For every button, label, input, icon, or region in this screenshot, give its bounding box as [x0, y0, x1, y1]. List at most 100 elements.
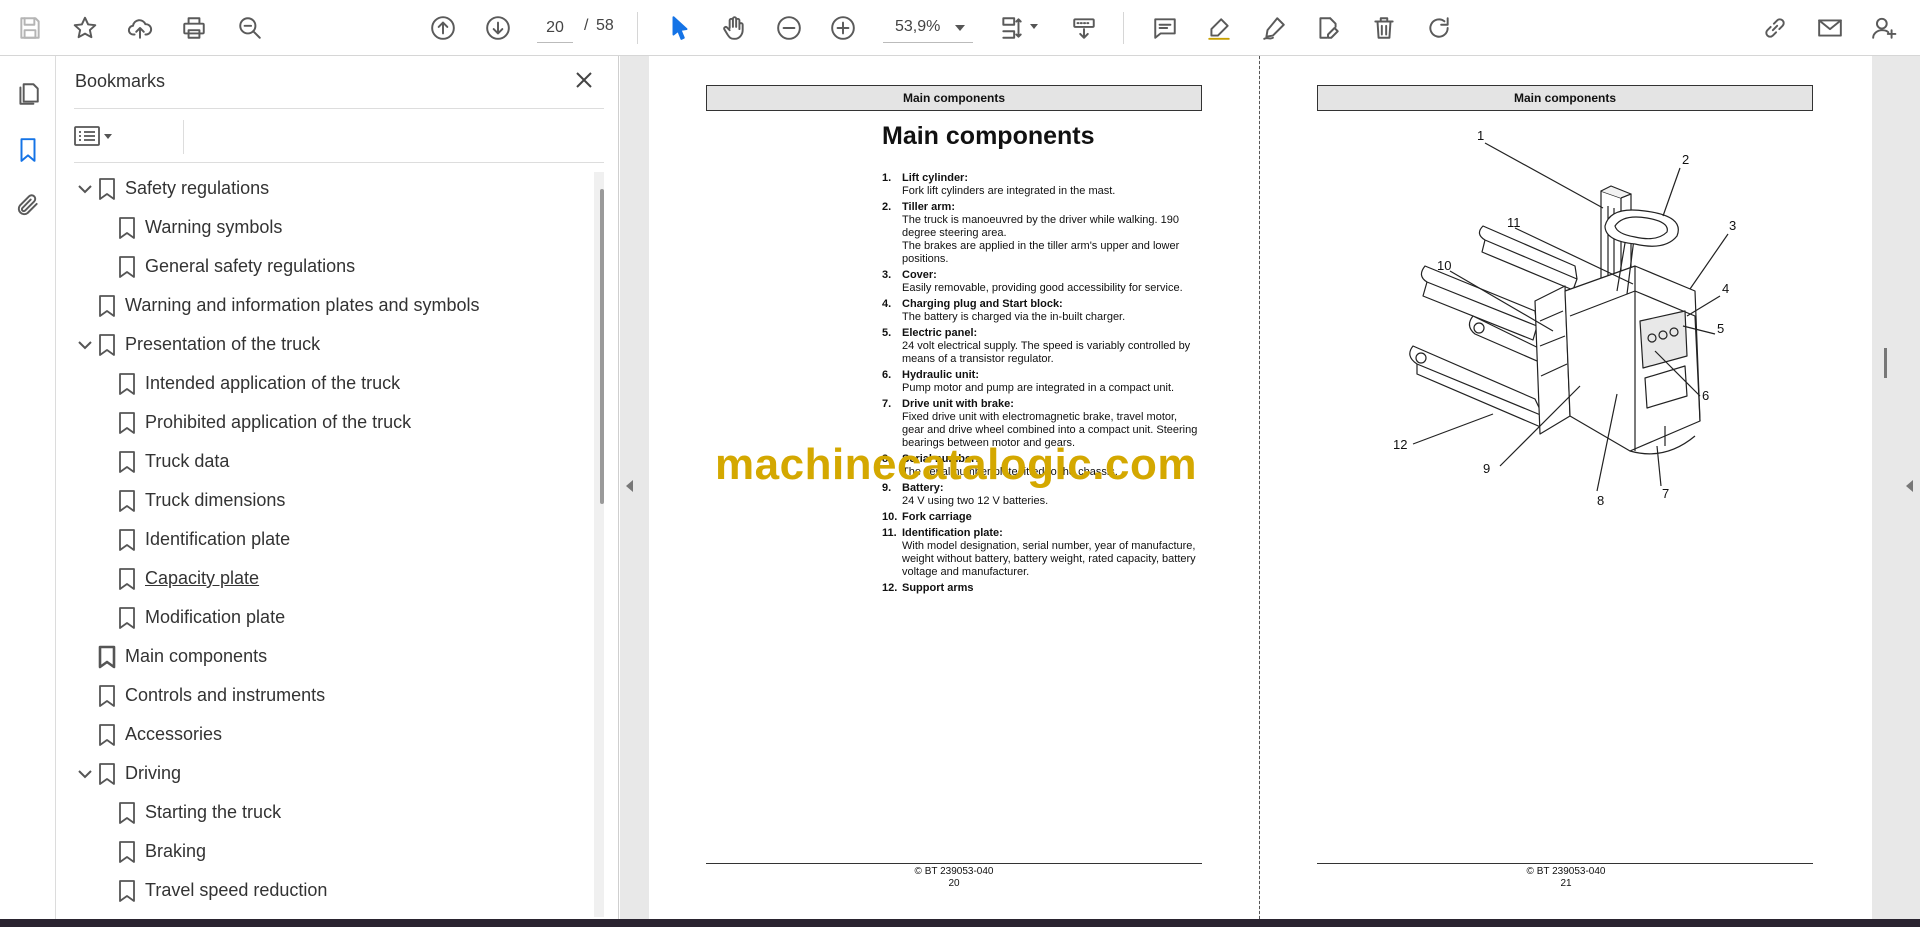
callout-number: 6 — [1702, 388, 1709, 403]
component-number: 5. — [882, 327, 892, 339]
bookmark-label: Prohibited application of the truck — [145, 412, 412, 432]
bookmark-item[interactable]: Braking — [56, 833, 586, 872]
bookmark-icon — [118, 411, 136, 435]
navigation-rail — [0, 56, 56, 919]
component-number: 6. — [882, 369, 892, 381]
footer-page-number: 21 — [1560, 878, 1572, 889]
zoom-search-icon[interactable] — [232, 10, 268, 46]
upload-cloud-icon[interactable] — [122, 10, 158, 46]
rotate-icon[interactable] — [1421, 10, 1457, 46]
bookmark-icon — [118, 801, 136, 825]
print-icon[interactable] — [176, 10, 212, 46]
callout-number: 3 — [1729, 218, 1736, 233]
save-icon[interactable] — [12, 10, 48, 46]
bookmark-item[interactable]: Driving — [56, 755, 586, 794]
bookmark-label: Identification plate — [145, 529, 291, 549]
zoom-in-icon[interactable] — [825, 10, 861, 46]
bookmark-item[interactable]: Controls and instruments — [56, 677, 586, 716]
bookmark-item[interactable]: Modification plate — [56, 599, 586, 638]
bookmark-item[interactable]: Presentation of the truck — [56, 326, 586, 365]
bookmark-item[interactable]: Truck data — [56, 443, 586, 482]
hand-tool-icon[interactable] — [716, 10, 752, 46]
component-number: 2. — [882, 201, 892, 213]
bookmark-label: Safety regulations — [125, 178, 270, 198]
previous-page-icon[interactable] — [425, 10, 461, 46]
component-name: Tiller arm: — [902, 201, 955, 213]
page-separator: / — [584, 17, 589, 34]
bookmark-label: Starting the truck — [145, 802, 282, 822]
edit-document-icon[interactable] — [1310, 10, 1346, 46]
zoom-dropdown[interactable]: 53,9% — [883, 13, 973, 43]
highlighter-icon[interactable] — [1201, 10, 1237, 46]
page-number-input[interactable] — [537, 13, 573, 43]
bookmark-item[interactable]: Intended application of the truck — [56, 365, 586, 404]
document-scrollbar[interactable] — [1884, 348, 1887, 378]
bookmark-item[interactable]: Warning and information plates and symbo… — [56, 287, 586, 326]
callout-number: 10 — [1437, 258, 1451, 273]
scrollbar-thumb[interactable] — [600, 189, 604, 504]
page-thumbnails-icon[interactable] — [10, 76, 46, 112]
collapse-panel-left-icon[interactable] — [626, 480, 633, 492]
share-link-icon[interactable] — [1757, 10, 1793, 46]
star-icon[interactable] — [67, 10, 103, 46]
expand-panel-right-icon[interactable] — [1906, 480, 1913, 492]
bookmark-item[interactable]: Starting the truck — [56, 794, 586, 833]
bookmark-item[interactable]: Truck dimensions — [56, 482, 586, 521]
bookmark-label: Controls and instruments — [125, 685, 326, 705]
callout-number: 7 — [1662, 486, 1669, 501]
email-icon[interactable] — [1812, 10, 1848, 46]
bookmark-item[interactable]: Safety regulations — [56, 170, 586, 209]
bookmark-label: General safety regulations — [145, 256, 356, 276]
bookmark-icon — [98, 762, 116, 786]
zoom-out-icon[interactable] — [771, 10, 807, 46]
select-cursor-icon[interactable] — [662, 10, 698, 46]
next-page-icon[interactable] — [480, 10, 516, 46]
bookmark-icon — [118, 255, 136, 279]
taskbar-strip — [0, 919, 1920, 927]
bookmark-panel-icon[interactable] — [10, 132, 46, 168]
component-description: Easily removable, providing good accessi… — [902, 282, 1183, 294]
draw-pen-icon[interactable] — [1256, 10, 1292, 46]
page-header: Main components — [706, 85, 1202, 111]
component-item: 6. Hydraulic unit: Pump motor and pump are… — [882, 369, 1202, 395]
page-layout-icon[interactable] — [994, 10, 1038, 46]
callout-number: 9 — [1483, 461, 1490, 476]
component-name: Cover: — [902, 269, 937, 281]
bookmark-item[interactable]: Travel speed reduction — [56, 872, 586, 911]
bookmark-icon — [98, 723, 116, 747]
footer-copyright: © BT 239053-040 — [914, 866, 994, 877]
bookmark-label: Modification plate — [145, 607, 286, 627]
bookmark-item[interactable]: Accessories — [56, 716, 586, 755]
attachments-icon[interactable] — [10, 187, 46, 223]
footer-copyright: © BT 239053-040 — [1526, 866, 1606, 877]
component-description: 24 volt electrical supply. The speed is … — [902, 340, 1191, 365]
chevron-down-icon[interactable] — [75, 335, 95, 355]
list-options-icon — [74, 126, 100, 146]
chevron-down-icon[interactable] — [75, 179, 95, 199]
component-item: 3. Cover: Easily removable, providing good… — [882, 269, 1202, 295]
scroll-mode-icon[interactable] — [1066, 10, 1102, 46]
panel-divider — [183, 120, 184, 154]
bookmark-item[interactable]: Identification plate — [56, 521, 586, 560]
component-item: 2. Tiller arm: The truck is manoeuvred by … — [882, 201, 1202, 266]
bookmark-item[interactable]: General safety regulations — [56, 248, 586, 287]
bookmark-icon — [98, 684, 116, 708]
add-user-icon[interactable] — [1866, 10, 1902, 46]
bookmark-item[interactable]: Main components — [56, 638, 586, 677]
panel-title: Bookmarks — [75, 71, 166, 91]
footer-rule — [1317, 863, 1813, 864]
page-21: Main components 1 2 3 4 5 6 7 8 9 10 11 … — [1260, 56, 1872, 919]
bookmark-options-button[interactable] — [74, 120, 124, 152]
components-list: 1. Lift cylinder: Fork lift cylinders are … — [882, 172, 1202, 598]
watermark: machinecatalogic.com — [715, 440, 1197, 489]
delete-icon[interactable] — [1366, 10, 1402, 46]
component-item: 10. Fork carriage — [882, 511, 1202, 524]
comment-icon[interactable] — [1147, 10, 1183, 46]
chevron-down-icon[interactable] — [75, 764, 95, 784]
bookmark-item[interactable]: Warning symbols — [56, 209, 586, 248]
bookmark-item[interactable]: Capacity plate — [56, 560, 586, 599]
bookmark-item[interactable]: Prohibited application of the truck — [56, 404, 586, 443]
bookmark-icon — [98, 333, 116, 357]
component-item: 12. Support arms — [882, 582, 1202, 595]
close-icon[interactable] — [572, 68, 596, 92]
